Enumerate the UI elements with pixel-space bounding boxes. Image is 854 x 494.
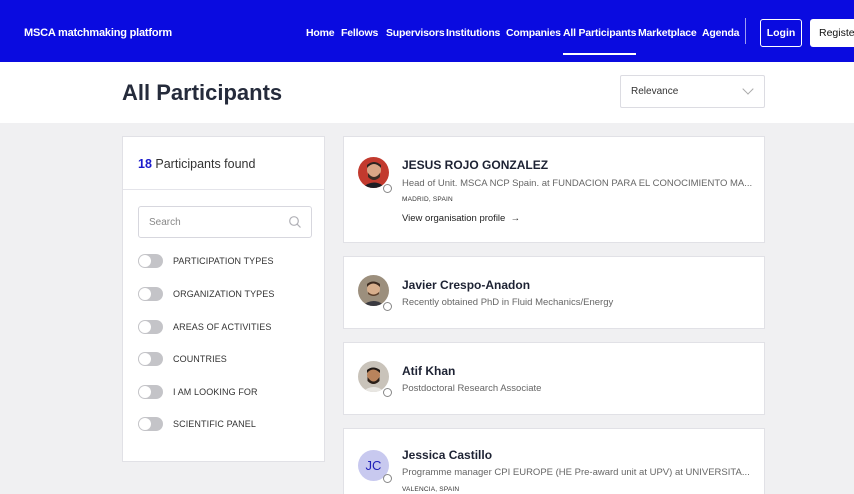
participant-card[interactable]: Atif Khan Postdoctoral Research Associat… — [343, 342, 765, 415]
toggle-switch[interactable] — [138, 352, 163, 366]
participant-name[interactable]: Jessica Castillo — [402, 448, 492, 462]
status-indicator — [383, 474, 392, 483]
divider — [123, 189, 324, 190]
toggle-switch[interactable] — [138, 287, 163, 301]
status-indicator — [383, 302, 392, 311]
participant-name[interactable]: Javier Crespo-Anadon — [402, 278, 530, 292]
participant-card[interactable]: JC Jessica Castillo Programme manager CP… — [343, 428, 765, 494]
status-indicator — [383, 388, 392, 397]
nav-all-participants[interactable]: All Participants — [563, 27, 637, 55]
filter-label: I AM LOOKING FOR — [173, 387, 258, 397]
status-indicator — [383, 184, 392, 193]
participant-role: Postdoctoral Research Associate — [402, 383, 542, 394]
filter-label: COUNTRIES — [173, 354, 227, 364]
participant-role: Recently obtained PhD in Fluid Mechanics… — [402, 297, 614, 308]
nav-institutions[interactable]: Institutions — [446, 27, 500, 39]
register-button[interactable]: Register — [810, 19, 854, 47]
results-number: 18 — [138, 157, 152, 171]
toggle-switch[interactable] — [138, 417, 163, 431]
chevron-down-icon — [742, 83, 754, 95]
nav-home[interactable]: Home — [306, 27, 335, 39]
participant-role: Programme manager CPI EUROPE (HE Pre-awa… — [402, 467, 750, 478]
filter-label: ORGANIZATION TYPES — [173, 289, 275, 299]
toggle-switch[interactable] — [138, 385, 163, 399]
nav-agenda[interactable]: Agenda — [702, 27, 740, 39]
toggle-switch[interactable] — [138, 320, 163, 334]
search-icon — [289, 216, 301, 228]
participant-name[interactable]: JESUS ROJO GONZALEZ — [402, 158, 548, 172]
search-input[interactable]: Search — [138, 206, 312, 238]
results-label: Participants found — [155, 157, 256, 171]
nav-companies[interactable]: Companies — [506, 27, 561, 39]
participant-role: Head of Unit. MSCA NCP Spain. at FUNDACI… — [402, 178, 753, 189]
filter-participation-types[interactable]: PARTICIPATION TYPES — [138, 254, 318, 270]
arrow-right-icon: → — [507, 213, 521, 224]
participant-location: VALENCIA, SPAIN — [402, 486, 460, 493]
nav-marketplace[interactable]: Marketplace — [638, 27, 697, 39]
nav-divider — [745, 18, 746, 44]
toggle-switch[interactable] — [138, 254, 163, 268]
search-placeholder: Search — [149, 217, 181, 228]
filter-areas-of-activities[interactable]: AREAS OF ACTIVITIES — [138, 320, 318, 336]
avatar — [358, 157, 389, 188]
brand-link[interactable]: MSCA matchmaking platform — [24, 27, 172, 39]
results-count: 18 Participants found — [138, 157, 255, 171]
sort-dropdown[interactable]: Relevance — [620, 75, 765, 108]
participant-location: MADRID, SPAIN — [402, 196, 453, 203]
sort-value: Relevance — [631, 86, 679, 97]
filter-organization-types[interactable]: ORGANIZATION TYPES — [138, 287, 318, 303]
view-organisation-link[interactable]: View organisation profile → — [402, 213, 520, 224]
top-navbar: MSCA matchmaking platform Home Fellows S… — [0, 0, 854, 62]
nav-fellows[interactable]: Fellows — [341, 27, 378, 39]
view-organisation-label: View organisation profile — [402, 213, 506, 224]
login-button[interactable]: Login — [760, 19, 802, 47]
filter-label: AREAS OF ACTIVITIES — [173, 322, 272, 332]
participant-card[interactable]: Javier Crespo-Anadon Recently obtained P… — [343, 256, 765, 329]
filter-i-am-looking-for[interactable]: I AM LOOKING FOR — [138, 385, 318, 401]
avatar — [358, 361, 389, 392]
page-title: All Participants — [122, 80, 283, 105]
filter-label: SCIENTIFIC PANEL — [173, 419, 256, 429]
participant-name[interactable]: Atif Khan — [402, 364, 455, 378]
filter-countries[interactable]: COUNTRIES — [138, 352, 318, 368]
filter-scientific-panel[interactable]: SCIENTIFIC PANEL — [138, 417, 318, 433]
filters-panel: 18 Participants found Search PARTICIPATI… — [122, 136, 325, 462]
nav-supervisors[interactable]: Supervisors — [386, 27, 445, 39]
participant-card[interactable]: JESUS ROJO GONZALEZ Head of Unit. MSCA N… — [343, 136, 765, 243]
filter-label: PARTICIPATION TYPES — [173, 256, 274, 266]
avatar — [358, 275, 389, 306]
